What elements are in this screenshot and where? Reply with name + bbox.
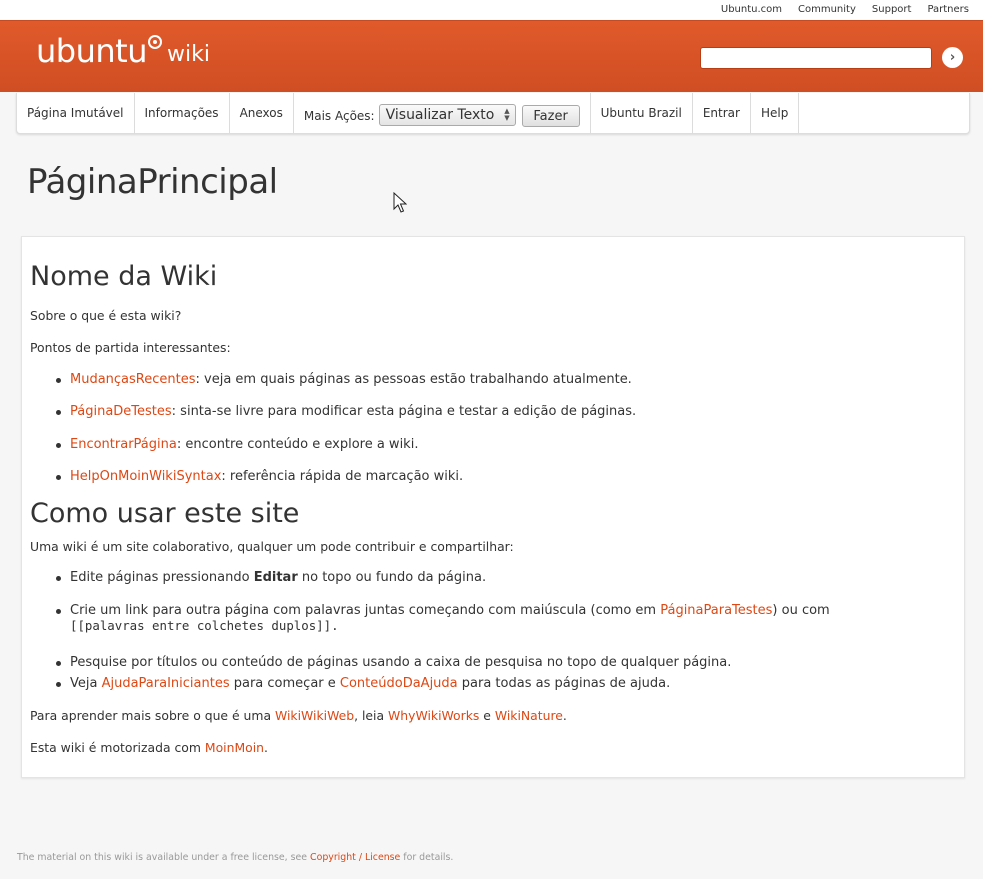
starting-points-text: Pontos de partida interessantes: xyxy=(30,340,231,355)
logo-ubuntu-text: ubuntu xyxy=(36,32,147,70)
list-item-text: Pesquise por títulos ou conteúdo de pági… xyxy=(70,655,732,670)
link-whywikiworks[interactable]: WhyWikiWorks xyxy=(388,708,479,723)
about-text: Sobre o que é esta wiki? xyxy=(30,308,182,323)
list-item: Edite páginas pressionando Editar no top… xyxy=(55,570,487,585)
chevron-right-icon: › xyxy=(949,50,956,65)
footer-text: for details. xyxy=(400,852,454,863)
how-to-intro: Uma wiki é um site colaborativo, qualque… xyxy=(30,539,514,554)
mouse-pointer-icon xyxy=(393,192,407,213)
link-test-page[interactable]: PáginaDeTestes xyxy=(70,404,172,419)
updown-arrows-icon: ▲ ▼ xyxy=(504,107,510,122)
search-go-button[interactable]: › xyxy=(942,47,963,68)
ubuntu-wiki-logo[interactable]: ubuntu wiki xyxy=(36,35,210,67)
link-support[interactable]: Support xyxy=(872,4,912,15)
do-action-button[interactable]: Fazer xyxy=(521,105,580,127)
more-actions-selected: Visualizar Texto xyxy=(385,107,495,123)
list-item: Veja AjudaParaIniciantes para começar e … xyxy=(55,676,671,691)
list-item: PáginaDeTestes: sinta-se livre para modi… xyxy=(55,404,637,419)
list-item-text: : veja em quais páginas as pessoas estão… xyxy=(195,372,632,387)
text-segment: . xyxy=(562,708,567,723)
text-segment: e xyxy=(479,708,495,723)
text-segment: Esta wiki é motorizada com xyxy=(30,740,205,755)
list-item-text: no topo ou fundo da página. xyxy=(297,570,487,585)
link-wikinature[interactable]: WikiNature xyxy=(495,708,563,723)
heading-how-to-use: Como usar este site xyxy=(30,498,300,529)
list-item-text: : referência rápida de marcação wiki. xyxy=(221,469,464,484)
wiki-content: Nome da Wiki Sobre o que é esta wiki? Po… xyxy=(21,236,965,778)
link-partners[interactable]: Partners xyxy=(927,4,969,15)
search-input[interactable] xyxy=(700,47,932,69)
heading-wiki-name: Nome da Wiki xyxy=(30,261,218,292)
nav-login[interactable]: Entrar xyxy=(693,93,751,133)
list-item-text: : encontre conteúdo e explore a wiki. xyxy=(176,437,419,452)
more-actions-label: Mais Ações: xyxy=(303,109,375,123)
list-item-text: : sinta-se livre para modificar esta pág… xyxy=(171,404,637,419)
list-item: Crie um link para outra página com palav… xyxy=(56,603,830,634)
circle-of-friends-icon xyxy=(147,35,162,49)
list-item: HelpOnMoinWikiSyntax: referência rápida … xyxy=(55,469,464,484)
link-find-page[interactable]: EncontrarPágina xyxy=(70,437,177,452)
text-segment: Para aprender mais sobre o que é uma xyxy=(30,708,276,723)
text-segment: , leia xyxy=(354,708,389,723)
nav-attachments[interactable]: Anexos xyxy=(230,93,294,133)
link-help-contents[interactable]: ConteúdoDaAjuda xyxy=(340,676,458,691)
link-ubuntu-com[interactable]: Ubuntu.com xyxy=(721,4,782,15)
text-segment: . xyxy=(264,740,268,755)
list-item-text: Crie um link para outra página com palav… xyxy=(70,603,661,618)
list-item: Pesquise por títulos ou conteúdo de pági… xyxy=(55,655,732,670)
list-item-text: ) ou com xyxy=(772,603,830,618)
list-item: MudançasRecentes: veja em quais páginas … xyxy=(56,372,632,387)
page-title: PáginaPrincipal xyxy=(27,162,278,202)
link-beginners-help[interactable]: AjudaParaIniciantes xyxy=(102,676,230,691)
link-community[interactable]: Community xyxy=(798,4,856,15)
more-actions-select[interactable]: Visualizar Texto ▲ ▼ xyxy=(378,104,516,126)
link-recent-changes[interactable]: MudançasRecentes xyxy=(70,372,196,387)
code-snippet: [[palavras entre colchetes duplos]]. xyxy=(70,618,339,633)
link-wikiwikiweb[interactable]: WikiWikiWeb xyxy=(275,708,354,723)
license-footer: The material on this wiki is available u… xyxy=(17,852,453,863)
list-item: EncontrarPágina: encontre conteúdo e exp… xyxy=(55,437,419,452)
top-utility-bar: Ubuntu.com Community Support Partners xyxy=(0,0,983,20)
list-item-text: Edite páginas pressionando xyxy=(70,570,254,585)
list-item-text: Veja xyxy=(70,676,102,691)
link-help-syntax[interactable]: HelpOnMoinWikiSyntax xyxy=(70,469,221,484)
link-test-page-2[interactable]: PáginaParaTestes xyxy=(660,603,772,618)
footer-text: The material on this wiki is available u… xyxy=(17,852,311,863)
site-header: ubuntu wiki › xyxy=(0,20,983,92)
more-actions-group: Mais Ações: Visualizar Texto ▲ ▼ Fazer xyxy=(294,93,591,133)
list-item-text: para todas as páginas de ajuda. xyxy=(457,676,671,691)
page-actions-nav: Página Imutável Informações Anexos Mais … xyxy=(16,93,970,134)
link-moinmoin[interactable]: MoinMoin xyxy=(205,740,264,755)
nav-ubuntu-brazil[interactable]: Ubuntu Brazil xyxy=(591,93,693,133)
list-item-text: para começar e xyxy=(229,676,340,691)
powered-by-text: Esta wiki é motorizada com MoinMoin. xyxy=(30,740,268,755)
edit-keyword: Editar xyxy=(253,570,298,585)
nav-info[interactable]: Informações xyxy=(135,93,230,133)
nav-help[interactable]: Help xyxy=(751,93,800,133)
link-copyright-license[interactable]: Copyright / License xyxy=(310,852,400,863)
top-links: Ubuntu.com Community Support Partners xyxy=(721,4,969,15)
learn-more-text: Para aprender mais sobre o que é uma Wik… xyxy=(30,708,567,723)
nav-immutable-page[interactable]: Página Imutável xyxy=(17,93,135,133)
logo-wiki-text: wiki xyxy=(166,42,210,67)
